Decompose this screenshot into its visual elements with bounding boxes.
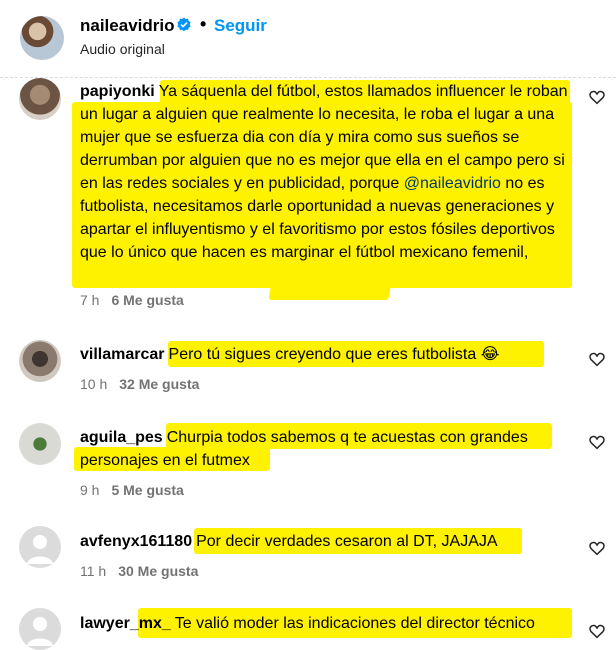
comment-time: 7 h (80, 292, 100, 308)
comment: lawyer_mx_ Te valió moder las indicacione… (0, 608, 616, 650)
follow-button[interactable]: Seguir (214, 16, 267, 36)
default-avatar-icon (27, 617, 53, 646)
commenter-username[interactable]: aguila_pes (80, 429, 163, 446)
verified-badge-icon (177, 17, 191, 32)
mention-link[interactable]: @naileavidrio (404, 175, 501, 192)
like-count[interactable]: 6 Me gusta (111, 292, 183, 308)
like-count[interactable]: 32 Me gusta (119, 376, 199, 392)
audio-label[interactable]: Audio original (80, 41, 165, 57)
commenter-username[interactable]: lawyer_mx_ (80, 615, 171, 632)
post-header: naileavidrio • Seguir Audio original (0, 0, 616, 78)
comment-time: 11 h (80, 563, 107, 579)
comment-meta: 7 h 6 Me gusta (80, 292, 184, 308)
author-avatar[interactable] (20, 16, 64, 60)
comment-text: Pero tú sigues creyendo que eres futboli… (168, 346, 500, 363)
comment-meta: 9 h 5 Me gusta (80, 482, 184, 498)
commenter-username[interactable]: villamarcar (80, 346, 165, 363)
separator-dot: • (200, 14, 207, 34)
comment-time: 10 h (80, 376, 108, 392)
comment-time: 9 h (80, 482, 100, 498)
default-avatar-icon (27, 535, 53, 564)
comment-meta: 11 h 30 Me gusta (80, 563, 198, 579)
commenter-avatar[interactable] (19, 526, 61, 568)
comment: papiyonki Ya sáquenla del fútbol, estos l… (0, 78, 616, 318)
commenter-username[interactable]: papiyonki (80, 83, 155, 100)
commenter-username[interactable]: avfenyx161180 (80, 533, 192, 550)
like-count[interactable]: 5 Me gusta (111, 482, 183, 498)
commenter-avatar[interactable] (19, 423, 61, 465)
comment-meta: 10 h 32 Me gusta (80, 376, 199, 392)
heart-icon[interactable] (588, 350, 606, 368)
heart-icon[interactable] (588, 622, 606, 640)
comment-text: Te valió moder las indicaciones del dire… (174, 615, 535, 632)
comment-text: Por decir verdades cesaron al DT, JAJAJA (196, 533, 498, 550)
heart-icon[interactable] (588, 433, 606, 451)
commenter-avatar[interactable] (19, 78, 61, 120)
heart-icon[interactable] (588, 88, 606, 106)
commenter-avatar[interactable] (19, 340, 61, 382)
comment: villamarcar Pero tú sigues creyendo que e… (0, 340, 616, 400)
heart-icon[interactable] (588, 539, 606, 557)
highlight-mark (268, 282, 392, 300)
author-username[interactable]: naileavidrio (80, 16, 174, 36)
comment: avfenyx161180 Por decir verdades cesaron … (0, 526, 616, 586)
comment: aguila_pes Churpia todos sabemos q te acu… (0, 423, 616, 503)
commenter-avatar[interactable] (19, 608, 61, 650)
like-count[interactable]: 30 Me gusta (118, 563, 198, 579)
